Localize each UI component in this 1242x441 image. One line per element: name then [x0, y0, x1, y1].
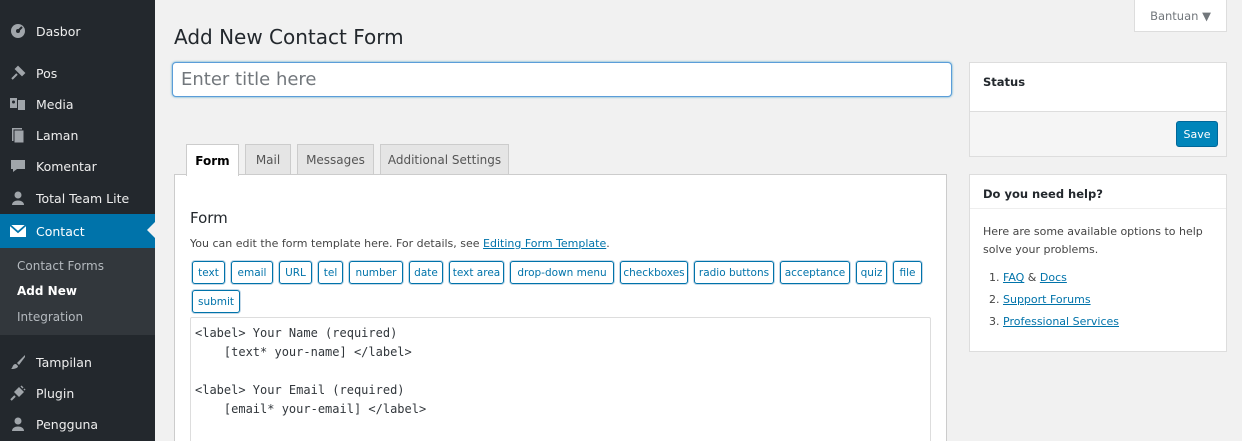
- help-list-item: 2. Support Forums: [989, 293, 1091, 306]
- sidebar-item-label: Laman: [36, 127, 79, 143]
- tag-button-date[interactable]: date: [409, 261, 443, 284]
- tag-button-number[interactable]: number: [349, 261, 403, 284]
- list-number: 2.: [989, 293, 1000, 306]
- dashboard-icon: [0, 23, 36, 39]
- mail-icon: [0, 224, 36, 238]
- tag-button-drop-down-menu[interactable]: drop-down menu: [510, 261, 614, 284]
- sidebar-item-label: Media: [36, 96, 74, 112]
- sidebar-item-label: Komentar: [36, 158, 97, 174]
- professional-services-link[interactable]: Professional Services: [1003, 315, 1119, 328]
- contact-submenu: Contact Forms Add New Integration: [0, 248, 155, 335]
- editing-form-template-link[interactable]: Editing Form Template: [483, 237, 606, 250]
- sidebar-item-dasbor[interactable]: Dasbor: [0, 15, 155, 47]
- tag-button-quiz[interactable]: quiz: [856, 261, 887, 284]
- docs-link[interactable]: Docs: [1040, 271, 1067, 284]
- submenu-item-contact-forms[interactable]: Contact Forms: [17, 259, 104, 273]
- list-number: 1.: [989, 271, 1000, 284]
- form-heading: Form: [190, 209, 228, 227]
- sidebar-item-label: Dasbor: [36, 23, 81, 39]
- tag-button-url[interactable]: URL: [279, 261, 312, 284]
- sidebar-item-label: Total Team Lite: [36, 190, 130, 206]
- title-input[interactable]: [172, 62, 952, 97]
- list-number: 3.: [989, 315, 1000, 328]
- tag-button-email[interactable]: email: [231, 261, 273, 284]
- help-box: Do you need help? Here are some availabl…: [969, 174, 1227, 352]
- sidebar-item-plugin[interactable]: Plugin: [0, 377, 155, 409]
- help-title: Do you need help?: [983, 187, 1103, 201]
- tag-button-text[interactable]: text: [192, 261, 225, 284]
- tab-form[interactable]: Form: [186, 144, 239, 176]
- sidebar-item-pengguna[interactable]: Pengguna: [0, 408, 155, 440]
- submenu-item-integration[interactable]: Integration: [17, 310, 83, 324]
- sidebar-item-tampilan[interactable]: Tampilan: [0, 346, 155, 378]
- form-description-text: You can edit the form template here. For…: [190, 237, 484, 250]
- divider: [970, 208, 1226, 209]
- pin-icon: [0, 65, 36, 81]
- media-icon: [0, 96, 36, 112]
- help-dropdown-button[interactable]: Bantuan ▼: [1134, 0, 1227, 32]
- sidebar-item-komentar[interactable]: Komentar: [0, 150, 155, 182]
- users-icon: [0, 416, 36, 432]
- form-description: You can edit the form template here. For…: [190, 237, 610, 250]
- faq-link[interactable]: FAQ: [1003, 271, 1024, 284]
- tag-button-acceptance[interactable]: acceptance: [780, 261, 850, 284]
- status-box: Status Save: [969, 62, 1227, 157]
- save-button[interactable]: Save: [1176, 121, 1218, 147]
- sidebar-item-pos[interactable]: Pos: [0, 57, 155, 89]
- tag-button-file[interactable]: file: [893, 261, 922, 284]
- comment-icon: [0, 158, 36, 174]
- tag-button-tel[interactable]: tel: [318, 261, 343, 284]
- tab-mail[interactable]: Mail: [245, 144, 291, 175]
- status-title: Status: [983, 75, 1026, 89]
- help-description: Here are some available options to help …: [983, 225, 1203, 256]
- list-separator: &: [1024, 271, 1040, 284]
- plugin-icon: [0, 385, 36, 401]
- tab-additional-settings[interactable]: Additional Settings: [380, 144, 509, 175]
- tag-button-submit[interactable]: submit: [192, 290, 240, 313]
- sidebar-item-label: Contact: [36, 223, 85, 239]
- tag-button-text-area[interactable]: text area: [449, 261, 504, 284]
- form-description-suffix: .: [606, 237, 610, 250]
- help-list-item: 3. Professional Services: [989, 315, 1119, 328]
- sidebar-item-total-team-lite[interactable]: Total Team Lite: [0, 182, 155, 214]
- support-forums-link[interactable]: Support Forums: [1003, 293, 1091, 306]
- help-list-item: 1. FAQ & Docs: [989, 271, 1067, 284]
- sidebar-item-laman[interactable]: Laman: [0, 119, 155, 151]
- page-title: Add New Contact Form: [174, 25, 404, 49]
- tag-button-checkboxes[interactable]: checkboxes: [620, 261, 688, 284]
- submenu-item-add-new[interactable]: Add New: [17, 284, 77, 298]
- sidebar-item-label: Pos: [36, 65, 58, 81]
- form-template-editor[interactable]: <label> Your Name (required) [text* your…: [190, 317, 931, 441]
- sidebar-item-label: Pengguna: [36, 416, 99, 432]
- tag-button-radio-buttons[interactable]: radio buttons: [694, 261, 774, 284]
- admin-sidebar: Dasbor Pos Media Laman Komentar Total Te…: [0, 0, 155, 441]
- brush-icon: [0, 354, 36, 370]
- tab-messages[interactable]: Messages: [297, 144, 374, 175]
- sidebar-item-media[interactable]: Media: [0, 88, 155, 120]
- form-panel: Form You can edit the form template here…: [174, 174, 947, 441]
- user-icon: [0, 190, 36, 206]
- sidebar-item-label: Plugin: [36, 385, 75, 401]
- sidebar-item-contact[interactable]: Contact: [0, 214, 155, 248]
- page-icon: [0, 127, 36, 143]
- sidebar-item-label: Tampilan: [36, 354, 92, 370]
